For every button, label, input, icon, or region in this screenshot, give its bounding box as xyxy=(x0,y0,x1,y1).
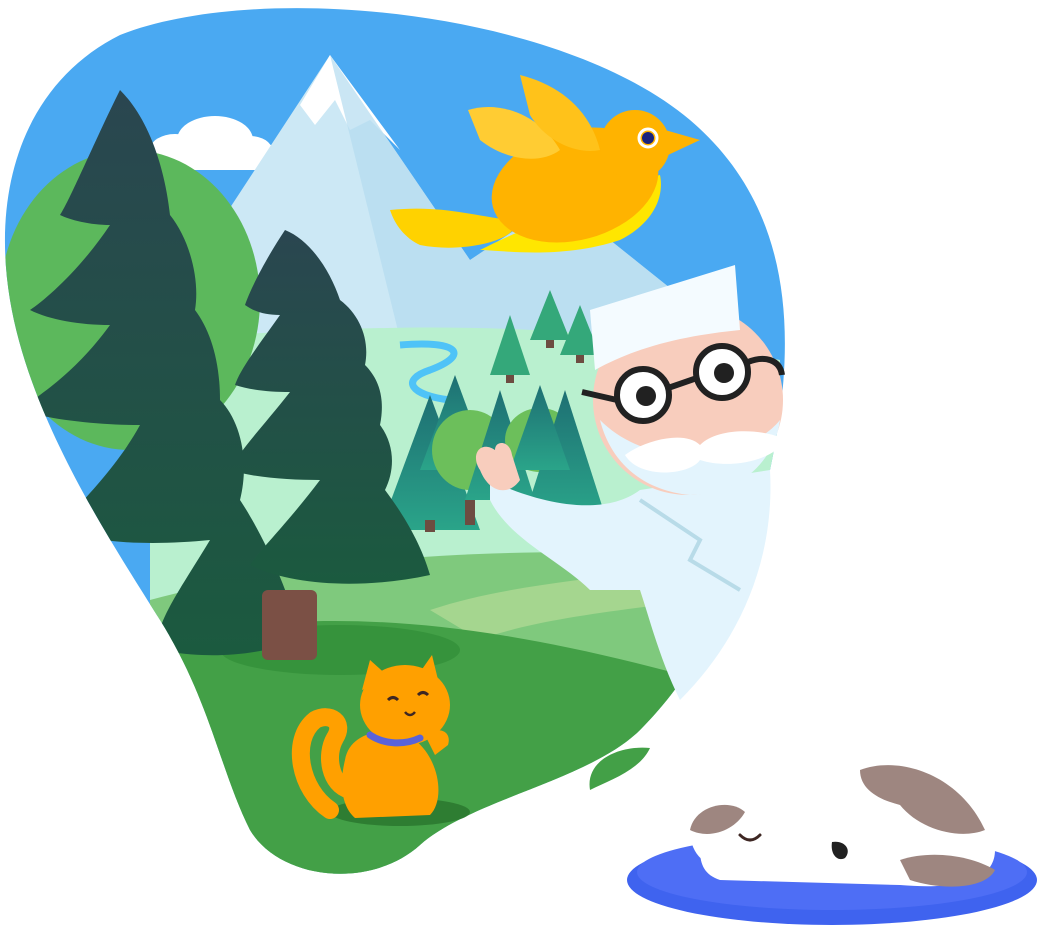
dog-on-cushion xyxy=(627,765,1037,925)
illustration-scene xyxy=(4,8,1037,925)
